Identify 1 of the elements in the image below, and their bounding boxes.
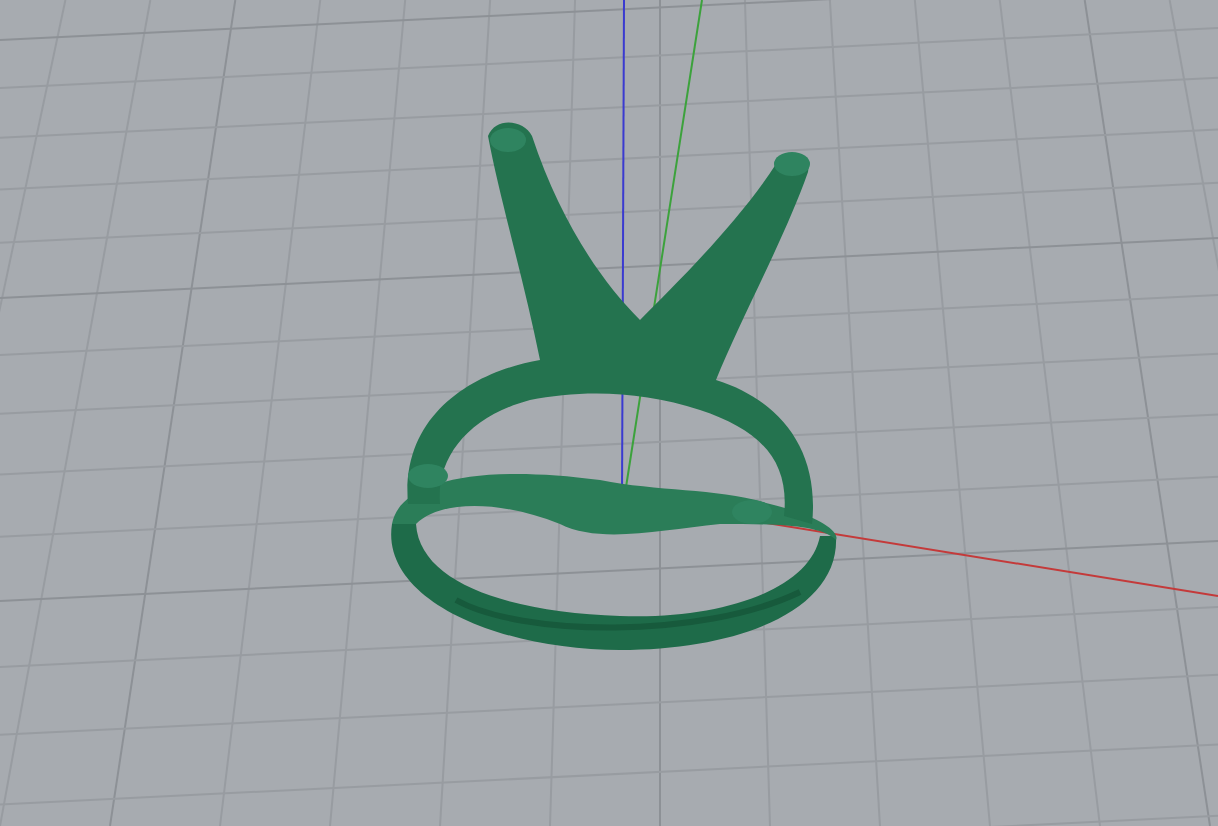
perspective-viewport[interactable] bbox=[0, 0, 1218, 826]
